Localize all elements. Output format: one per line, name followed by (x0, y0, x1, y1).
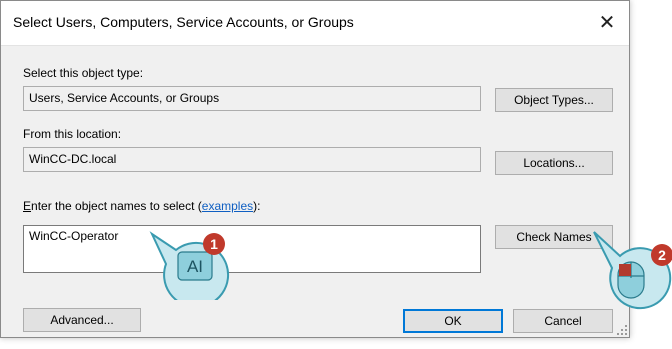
locations-button[interactable]: Locations... (495, 151, 613, 175)
examples-link[interactable]: examples (202, 199, 253, 213)
object-type-field: Users, Service Accounts, or Groups (23, 86, 481, 111)
location-label: From this location: (23, 127, 122, 141)
resize-grip-icon[interactable] (617, 325, 627, 335)
object-names-label: Enter the object names to select (exampl… (23, 199, 260, 213)
dialog-title: Select Users, Computers, Service Account… (13, 14, 354, 30)
title-bar: Select Users, Computers, Service Account… (1, 1, 629, 46)
callout-badge-2: 2 (651, 244, 672, 266)
object-names-input[interactable]: WinCC-Operator (23, 225, 481, 273)
callout-1: AI (149, 231, 230, 300)
object-names-label-accesskey: E (23, 199, 32, 213)
object-types-button[interactable]: Object Types... (495, 88, 613, 112)
callout-number-2: 2 (658, 247, 666, 263)
text-cursor-glyph: AI (187, 257, 203, 276)
ok-button[interactable]: OK (403, 309, 503, 333)
callout-badge-1: 1 (203, 233, 225, 255)
close-icon[interactable]: ✕ (585, 1, 629, 45)
object-type-label: Select this object type: (23, 66, 144, 80)
select-users-dialog: Select Users, Computers, Service Account… (0, 0, 630, 338)
callout-2 (593, 231, 672, 310)
callout-number-1: 1 (210, 236, 218, 252)
object-names-label-suffix: ): (253, 199, 261, 213)
advanced-button[interactable]: Advanced... (23, 308, 141, 332)
object-names-label-text: nter the object names to select ( (31, 199, 202, 213)
location-field: WinCC-DC.local (23, 147, 481, 172)
mouse-icon (617, 261, 645, 299)
